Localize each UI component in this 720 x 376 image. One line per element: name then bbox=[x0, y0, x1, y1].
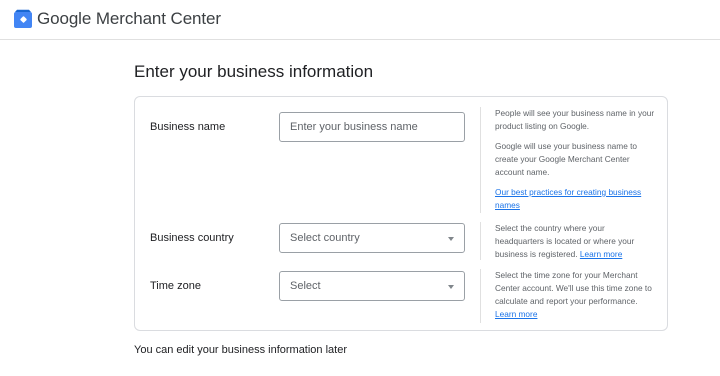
merchant-center-logo-icon[interactable] bbox=[13, 9, 33, 29]
time-zone-help-text: Select the time zone for your Merchant C… bbox=[495, 270, 652, 306]
business-name-best-practices-link[interactable]: Our best practices for creating business… bbox=[495, 187, 641, 210]
business-name-label: Business name bbox=[150, 121, 226, 133]
time-zone-label: Time zone bbox=[150, 280, 201, 292]
business-country-label: Business country bbox=[150, 232, 234, 244]
chevron-down-icon bbox=[448, 285, 454, 289]
divider-business-name bbox=[480, 107, 481, 213]
page-title: Enter your business information bbox=[134, 62, 374, 81]
time-zone-selected-value: Select bbox=[290, 280, 321, 292]
business-name-input[interactable] bbox=[279, 112, 465, 142]
business-name-help: People will see your business name in yo… bbox=[495, 107, 655, 212]
app-header: Google Merchant Center bbox=[0, 0, 720, 40]
business-name-help-text-1: People will see your business name in yo… bbox=[495, 108, 655, 131]
chevron-down-icon bbox=[448, 237, 454, 241]
business-country-learn-more-link[interactable]: Learn more bbox=[580, 249, 622, 259]
divider-business-country bbox=[480, 222, 481, 260]
business-name-help-text-2: Google will use your business name to cr… bbox=[495, 141, 638, 177]
business-country-select[interactable]: Select country bbox=[279, 223, 465, 253]
time-zone-learn-more-link[interactable]: Learn more bbox=[495, 309, 537, 319]
business-info-card: Business name People will see your busin… bbox=[134, 96, 668, 331]
time-zone-help: Select the time zone for your Merchant C… bbox=[495, 269, 655, 321]
divider-time-zone bbox=[480, 269, 481, 323]
time-zone-select[interactable]: Select bbox=[279, 271, 465, 301]
edit-later-note: You can edit your business information l… bbox=[134, 344, 347, 356]
business-country-help: Select the country where your headquarte… bbox=[495, 222, 655, 261]
app-title[interactable]: Google Merchant Center bbox=[37, 9, 221, 29]
business-country-selected-value: Select country bbox=[290, 232, 360, 244]
